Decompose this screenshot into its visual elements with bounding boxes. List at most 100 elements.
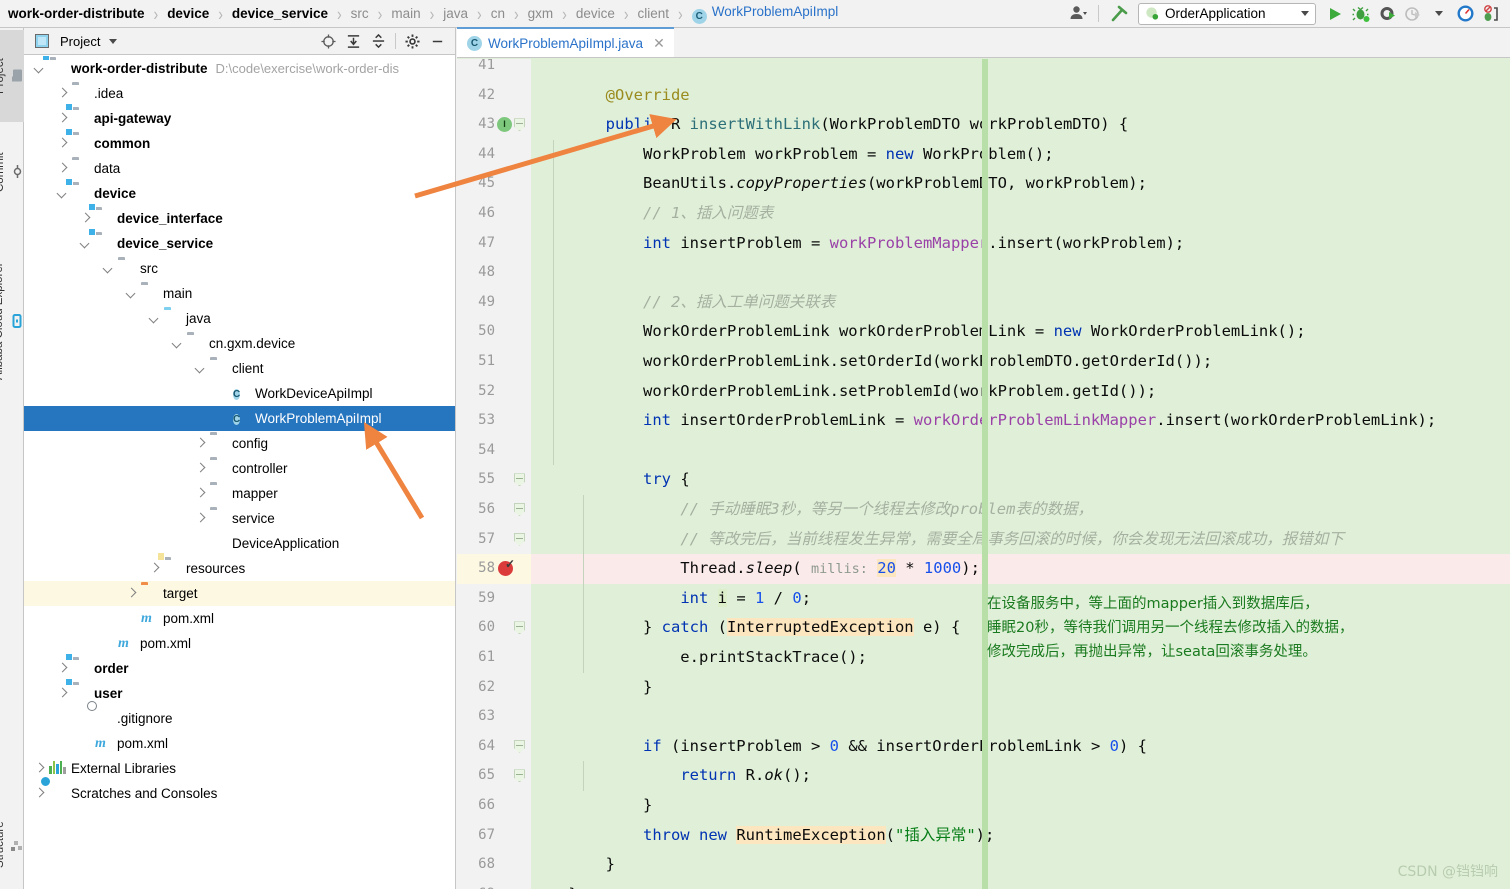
- build-hammer-icon[interactable]: [1106, 1, 1132, 27]
- tree-node-cn.gxm.device[interactable]: cn.gxm.device: [24, 331, 455, 356]
- gutter-line[interactable]: 61: [457, 643, 531, 673]
- tree-node-external-libraries[interactable]: External Libraries: [24, 756, 455, 781]
- sidebar-item-project[interactable]: Project: [0, 30, 24, 122]
- tree-node-api-gateway[interactable]: api-gateway: [24, 106, 455, 131]
- code-line-58[interactable]: Thread.sleep( millis: 20 * 1000);: [531, 554, 1510, 584]
- chevron-down-icon[interactable]: [195, 363, 206, 374]
- gutter-line[interactable]: 68: [457, 850, 531, 880]
- chevron-right-icon[interactable]: [57, 688, 68, 699]
- tree-node-device-service[interactable]: device_service: [24, 231, 455, 256]
- tree-node-.idea[interactable]: .idea: [24, 81, 455, 106]
- gutter-line[interactable]: 51: [457, 347, 531, 377]
- code-line-49[interactable]: // 2、插入工单问题关联表: [531, 288, 1510, 318]
- tree-node-main[interactable]: main: [24, 281, 455, 306]
- gutter-line[interactable]: 47: [457, 229, 531, 259]
- search-everywhere-icon[interactable]: [1452, 1, 1478, 27]
- code-line-46[interactable]: // 1、插入问题表: [531, 199, 1510, 229]
- chevron-right-icon[interactable]: [195, 463, 206, 474]
- chevron-right-icon[interactable]: [195, 488, 206, 499]
- code-fold-icon[interactable]: [514, 740, 525, 753]
- code-line-56[interactable]: // 手动睡眠3秒，等另一个线程去修改problem表的数据，: [531, 495, 1510, 525]
- tree-node-workproblemapiimpl[interactable]: C WorkProblemApiImpl: [24, 406, 455, 431]
- tree-node-java[interactable]: java: [24, 306, 455, 331]
- gutter-line[interactable]: 52: [457, 377, 531, 407]
- tree-node-mapper[interactable]: mapper: [24, 481, 455, 506]
- user-account-icon[interactable]: [1065, 1, 1091, 27]
- gutter-line[interactable]: 45: [457, 169, 531, 199]
- code-canvas[interactable]: 414243I↑44454647484950515253545556575859…: [457, 59, 1510, 889]
- scroll-from-source-icon[interactable]: [316, 29, 341, 54]
- chevron-down-icon[interactable]: [34, 63, 45, 74]
- breakpoint-icon[interactable]: [498, 557, 515, 577]
- expand-all-icon[interactable]: [341, 29, 366, 54]
- chevron-right-icon[interactable]: [34, 788, 45, 799]
- chevron-right-icon[interactable]: [57, 88, 68, 99]
- tree-node-order[interactable]: order: [24, 656, 455, 681]
- chevron-right-icon[interactable]: [57, 163, 68, 174]
- code-line-69[interactable]: }: [531, 880, 1510, 889]
- override-method-gutter-icon[interactable]: I: [497, 117, 512, 133]
- gutter-line[interactable]: 46: [457, 199, 531, 229]
- gutter-line[interactable]: 63: [457, 702, 531, 732]
- profiler-icon[interactable]: [1400, 1, 1426, 27]
- chevron-right-icon[interactable]: [57, 138, 68, 149]
- breadcrumb-item-gxm[interactable]: gxm: [528, 6, 554, 21]
- tree-node-scratches-and-consoles[interactable]: Scratches and Consoles: [24, 781, 455, 806]
- code-line-66[interactable]: }: [531, 791, 1510, 821]
- code-fold-icon[interactable]: [514, 621, 525, 634]
- code-fold-icon[interactable]: [514, 473, 525, 486]
- tree-node-target[interactable]: target: [24, 581, 455, 606]
- tree-node-src[interactable]: src: [24, 256, 455, 281]
- gutter-line[interactable]: 54: [457, 436, 531, 466]
- stop-icon[interactable]: [1478, 1, 1504, 27]
- code-fold-icon[interactable]: [514, 118, 525, 131]
- chevron-down-icon[interactable]: [172, 338, 183, 349]
- breadcrumb-item-device[interactable]: device: [576, 6, 615, 21]
- run-with-coverage-icon[interactable]: [1374, 1, 1400, 27]
- gutter-line[interactable]: 50: [457, 317, 531, 347]
- sidebar-item-structure[interactable]: Structure: [0, 800, 24, 889]
- chevron-down-icon[interactable]: [126, 288, 137, 299]
- project-tree[interactable]: work-order-distribute D:\code\exercise\wo…: [24, 56, 455, 889]
- tree-node-service[interactable]: service: [24, 506, 455, 531]
- chevron-down-icon[interactable]: [80, 238, 91, 249]
- code-line-45[interactable]: BeanUtils.copyProperties(workProblemDTO,…: [531, 169, 1510, 199]
- collapse-all-icon[interactable]: [366, 29, 391, 54]
- gutter-line[interactable]: 53: [457, 406, 531, 436]
- breadcrumb-item-device[interactable]: device: [167, 6, 209, 21]
- code-fold-icon[interactable]: [514, 503, 525, 516]
- code-line-44[interactable]: WorkProblem workProblem = new WorkProble…: [531, 140, 1510, 170]
- gutter-line[interactable]: 48: [457, 258, 531, 288]
- chevron-right-icon[interactable]: [149, 563, 160, 574]
- gutter-line[interactable]: 42: [457, 81, 531, 111]
- tree-node-controller[interactable]: controller: [24, 456, 455, 481]
- code-lines[interactable]: @Override public R insertWithLink(WorkPr…: [531, 59, 1510, 889]
- code-line-43[interactable]: public R insertWithLink(WorkProblemDTO w…: [531, 110, 1510, 140]
- hide-panel-icon[interactable]: [425, 29, 450, 54]
- code-line-68[interactable]: }: [531, 850, 1510, 880]
- tree-node-pom.xml[interactable]: m pom.xml: [24, 606, 455, 631]
- gutter-line[interactable]: 41: [457, 59, 531, 81]
- code-line-64[interactable]: if (insertProblem > 0 && insertOrderProb…: [531, 732, 1510, 762]
- breadcrumb-item-java[interactable]: java: [443, 6, 468, 21]
- breadcrumb-item-workproblemapiimpl[interactable]: C WorkProblemApiImpl: [691, 4, 838, 24]
- debug-icon[interactable]: [1348, 1, 1374, 27]
- code-line-47[interactable]: int insertProblem = workProblemMapper.in…: [531, 229, 1510, 259]
- settings-gear-icon[interactable]: [400, 29, 425, 54]
- code-line-53[interactable]: int insertOrderProblemLink = workOrderPr…: [531, 406, 1510, 436]
- breadcrumb-item-work-order-distribute[interactable]: work-order-distribute: [8, 6, 145, 21]
- code-line-67[interactable]: throw new RuntimeException("插入异常");: [531, 821, 1510, 851]
- code-fold-icon[interactable]: [514, 769, 525, 782]
- chevron-down-icon[interactable]: [1301, 11, 1309, 16]
- code-line-52[interactable]: workOrderProblemLink.setProblemId(workPr…: [531, 377, 1510, 407]
- sidebar-item-alibaba-cloud-explorer[interactable]: Alibaba Cloud Explorer: [0, 224, 24, 419]
- breadcrumb[interactable]: work-order-distribute › device › device_serv…: [0, 0, 1065, 28]
- chevron-right-icon[interactable]: [195, 513, 206, 524]
- gutter-line[interactable]: 67: [457, 821, 531, 851]
- chevron-right-icon[interactable]: [126, 588, 137, 599]
- code-line-51[interactable]: workOrderProblemLink.setOrderId(workProb…: [531, 347, 1510, 377]
- chevron-down-icon[interactable]: [149, 313, 160, 324]
- tree-node-work-order-distribute[interactable]: work-order-distribute D:\code\exercise\wo…: [24, 56, 455, 81]
- chevron-down-icon[interactable]: [100, 29, 125, 54]
- run-icon[interactable]: [1322, 1, 1348, 27]
